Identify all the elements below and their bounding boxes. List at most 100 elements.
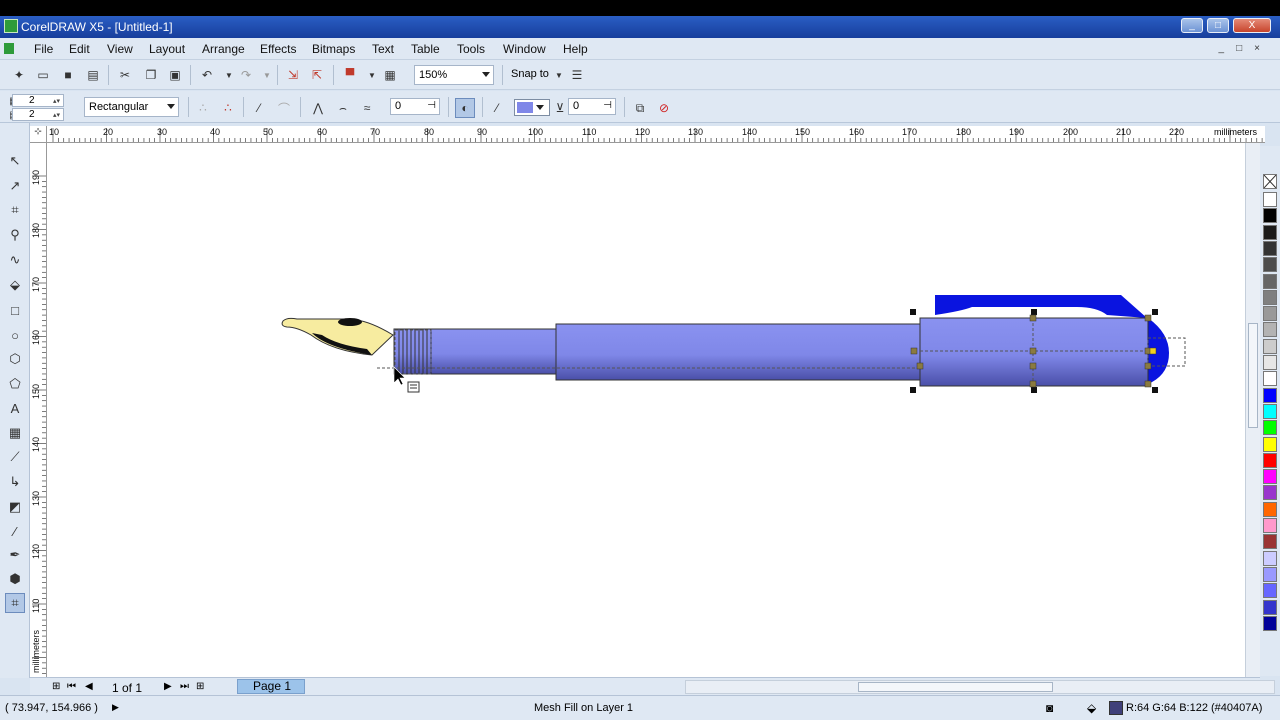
symmetrical-node-icon[interactable]: ≈ bbox=[359, 100, 375, 116]
document-window-controls[interactable]: _□× bbox=[1219, 43, 1272, 54]
menu-view[interactable]: View bbox=[107, 42, 133, 56]
shape-tool-icon[interactable]: ↗ bbox=[5, 176, 25, 196]
palette-swatch[interactable] bbox=[1263, 355, 1277, 370]
palette-swatch[interactable] bbox=[1263, 273, 1277, 289]
pen-drawing[interactable] bbox=[47, 143, 1245, 677]
paste-icon[interactable]: ▣ bbox=[167, 67, 183, 83]
to-line-icon[interactable]: ⁄ bbox=[251, 100, 267, 116]
smooth-node-icon[interactable]: ⌢ bbox=[335, 100, 351, 116]
mesh-fill-tool-icon[interactable]: ⌗ bbox=[5, 593, 25, 613]
undo-icon[interactable]: ↶ bbox=[199, 67, 215, 83]
zoom-tool-icon[interactable]: ⚲ bbox=[5, 225, 25, 245]
menu-bitmaps[interactable]: Bitmaps bbox=[312, 42, 355, 56]
palette-swatch[interactable] bbox=[1263, 436, 1277, 452]
palette-swatch[interactable] bbox=[1263, 289, 1277, 305]
fill-color-status-swatch[interactable] bbox=[1109, 701, 1123, 715]
selection-mode-combo[interactable]: Rectangular bbox=[84, 97, 179, 117]
print-icon[interactable]: ▤ bbox=[85, 67, 101, 83]
horizontal-scrollbar[interactable] bbox=[685, 680, 1275, 694]
ellipse-tool-icon[interactable]: ○ bbox=[5, 325, 25, 345]
menu-table[interactable]: Table bbox=[411, 42, 440, 56]
menu-effects[interactable]: Effects bbox=[260, 42, 296, 56]
application-launcher-icon[interactable]: ▀ bbox=[342, 67, 358, 83]
transparency-input[interactable]: 0 ⊣ bbox=[568, 98, 616, 115]
options-icon[interactable]: ☰ bbox=[569, 67, 585, 83]
palette-swatch[interactable] bbox=[1263, 257, 1277, 273]
palette-swatch[interactable] bbox=[1263, 452, 1277, 468]
horizontal-scroll-thumb[interactable] bbox=[858, 682, 1053, 692]
zoom-level-combo[interactable]: 150% bbox=[414, 65, 494, 85]
coreldraw-app-icon[interactable] bbox=[4, 19, 18, 33]
color-proofing-icon[interactable]: ◙ bbox=[1046, 701, 1053, 715]
palette-swatch[interactable] bbox=[1263, 338, 1277, 354]
undo-dropdown-icon[interactable]: ▼ bbox=[221, 67, 237, 83]
menu-window[interactable]: Window bbox=[503, 42, 546, 56]
freehand-tool-icon[interactable]: ∿ bbox=[5, 250, 25, 270]
eyedropper-icon[interactable]: ⁄ bbox=[489, 100, 505, 116]
vertical-scroll-thumb[interactable] bbox=[1248, 323, 1258, 428]
last-page-icon[interactable]: ⏭ bbox=[180, 681, 189, 692]
tab-page-1[interactable]: Page 1 bbox=[237, 679, 305, 694]
fill-tool-icon[interactable]: ⬢ bbox=[5, 569, 25, 589]
palette-swatch[interactable] bbox=[1263, 224, 1277, 240]
connector-tool-icon[interactable]: ↳ bbox=[5, 472, 25, 492]
page-add-icon[interactable]: ⊞ bbox=[52, 681, 60, 692]
polygon-tool-icon[interactable]: ⬡ bbox=[5, 349, 25, 369]
maximize-button[interactable]: □ bbox=[1207, 18, 1229, 33]
menu-file[interactable]: File bbox=[34, 42, 53, 56]
pick-tool-icon[interactable]: ↖ bbox=[5, 151, 25, 171]
vertical-ruler[interactable]: 190 180 170 160 150 140 130 120 110 mill… bbox=[30, 143, 47, 677]
palette-swatch[interactable] bbox=[1263, 403, 1277, 419]
vertical-scrollbar[interactable] bbox=[1245, 143, 1260, 677]
cusp-node-icon[interactable]: ⋀ bbox=[310, 100, 326, 116]
add-page-after-icon[interactable]: ⊞ bbox=[196, 681, 204, 692]
table-tool-icon[interactable]: ▦ bbox=[5, 423, 25, 443]
save-icon[interactable]: ■ bbox=[60, 67, 76, 83]
outline-pen-tool-icon[interactable]: ✒ bbox=[5, 545, 25, 565]
palette-swatch[interactable] bbox=[1263, 566, 1277, 582]
to-curve-icon[interactable]: ⌒ bbox=[276, 100, 292, 116]
horizontal-ruler[interactable]: 10 20 30 40 50 60 70 80 90 100 110 120 1… bbox=[47, 126, 1265, 143]
dimension-tool-icon[interactable]: ⟋ bbox=[5, 447, 25, 467]
crop-tool-icon[interactable]: ⌗ bbox=[5, 200, 25, 220]
launcher-dropdown-icon[interactable]: ▼ bbox=[364, 67, 380, 83]
menu-arrange[interactable]: Arrange bbox=[202, 42, 245, 56]
no-color-swatch[interactable] bbox=[1263, 174, 1277, 189]
rectangle-tool-icon[interactable]: □ bbox=[5, 300, 25, 320]
palette-swatch[interactable] bbox=[1263, 501, 1277, 517]
open-icon[interactable]: ▭ bbox=[35, 67, 51, 83]
selected-mesh-node[interactable] bbox=[1149, 347, 1157, 355]
pen-barrel[interactable] bbox=[555, 323, 923, 381]
pen-grip[interactable] bbox=[393, 328, 557, 375]
palette-swatch[interactable] bbox=[1263, 485, 1277, 501]
color-palette[interactable] bbox=[1260, 146, 1280, 676]
palette-swatch[interactable] bbox=[1263, 518, 1277, 533]
import-icon[interactable]: ⇲ bbox=[285, 67, 301, 83]
curve-smoothness-input[interactable]: 0 ⊣ bbox=[390, 98, 440, 115]
palette-swatch[interactable] bbox=[1263, 420, 1277, 436]
cut-icon[interactable]: ✂ bbox=[117, 67, 133, 83]
menu-tools[interactable]: Tools bbox=[457, 42, 485, 56]
status-expand-icon[interactable]: ▶ bbox=[112, 702, 119, 713]
welcome-screen-icon[interactable]: ▦ bbox=[382, 67, 398, 83]
copy-icon[interactable]: ❐ bbox=[143, 67, 159, 83]
menu-edit[interactable]: Edit bbox=[69, 42, 90, 56]
palette-swatch[interactable] bbox=[1263, 306, 1277, 322]
basic-shapes-tool-icon[interactable]: ⬠ bbox=[5, 374, 25, 394]
palette-swatch[interactable] bbox=[1263, 583, 1277, 599]
clip-mesh-icon[interactable]: ⧉ bbox=[632, 100, 648, 116]
palette-swatch[interactable] bbox=[1263, 615, 1277, 631]
palette-swatch[interactable] bbox=[1263, 534, 1277, 550]
close-button[interactable]: X bbox=[1233, 18, 1271, 33]
clear-mesh-icon[interactable]: ⊘ bbox=[656, 100, 672, 116]
grid-columns-input[interactable]: 2 ▴▾ bbox=[12, 94, 64, 107]
add-nodes-icon[interactable]: ∴ bbox=[195, 100, 211, 116]
minimize-button[interactable]: _ bbox=[1181, 18, 1203, 33]
snap-to-dropdown-icon[interactable]: ▼ bbox=[551, 67, 567, 83]
delete-nodes-icon[interactable]: ∴ bbox=[220, 100, 236, 116]
palette-swatch[interactable] bbox=[1263, 387, 1277, 403]
smooth-color-blend-icon[interactable]: ◐ bbox=[455, 98, 475, 118]
menu-help[interactable]: Help bbox=[563, 42, 588, 56]
previous-page-icon[interactable]: ◀ bbox=[85, 681, 93, 692]
first-page-icon[interactable]: ⏮ bbox=[67, 681, 76, 692]
